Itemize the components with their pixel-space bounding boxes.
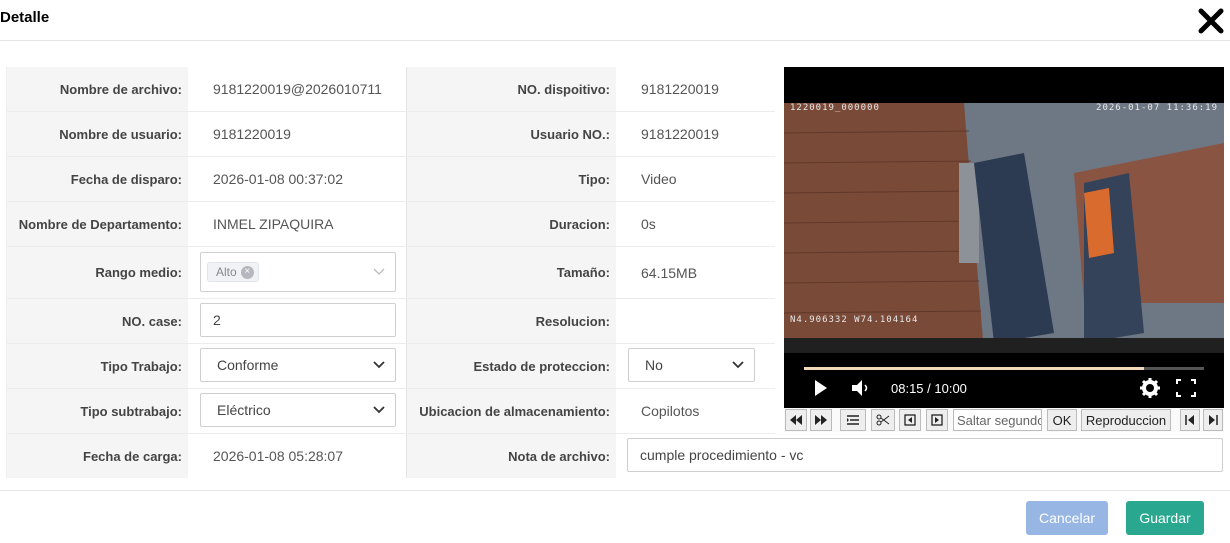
list-icon [847, 415, 859, 425]
form-row: Fecha de disparo: 2026-01-08 00:37:02 Ti… [7, 157, 775, 202]
file-name-value: 9181220019@2026010711 [213, 81, 382, 97]
close-icon[interactable] [1198, 8, 1224, 34]
storage-value: Copilotos [641, 403, 700, 419]
seek-seconds-input[interactable]: Saltar segundos [953, 409, 1042, 431]
video-player[interactable]: 1220019_000000 2026-01-07 11:36:19 N4.90… [784, 67, 1224, 409]
fullscreen-icon[interactable] [1176, 377, 1196, 399]
cancel-button[interactable]: Cancelar [1026, 501, 1108, 535]
user-name-value: 9181220019 [213, 126, 291, 142]
device-no-value: 9181220019 [641, 81, 719, 97]
play-icon[interactable] [814, 377, 828, 399]
media-range-label: Rango medio: [7, 247, 188, 298]
prev-frame-button[interactable] [899, 409, 921, 431]
duration-value: 0s [641, 216, 656, 232]
sub-work-type-selected: Eléctrico [217, 402, 271, 418]
form-row: Rango medio: Alto × Tamaño: 64.15MB [7, 247, 775, 299]
form-row: Nombre de Departamento: INMEL ZIPAQUIRA … [7, 202, 775, 247]
duration-label: Duracion: [407, 202, 616, 246]
type-label: Tipo: [407, 157, 616, 201]
rewind-icon [790, 415, 802, 425]
chevron-down-icon [373, 406, 385, 414]
user-name-label: Nombre de usuario: [7, 112, 188, 156]
upload-date-value: 2026-01-08 05:28:07 [213, 448, 343, 464]
sub-work-type-select[interactable]: Eléctrico [200, 393, 396, 427]
media-range-tag-label: Alto [216, 265, 237, 279]
skip-end-icon [1209, 415, 1218, 425]
gear-icon[interactable] [1139, 377, 1161, 399]
trigger-date-value: 2026-01-08 00:37:02 [213, 171, 343, 187]
case-no-input[interactable]: 2 [200, 303, 396, 337]
upload-date-label: Fecha de carga: [7, 434, 188, 478]
storage-label: Ubicacion de almacenamiento: [407, 389, 616, 433]
work-type-selected: Conforme [217, 357, 279, 373]
volume-icon[interactable] [850, 377, 870, 399]
video-progress-bar[interactable] [804, 367, 1204, 370]
video-time: 08:15 / 10:00 [891, 381, 967, 396]
fast-forward-icon [815, 415, 827, 425]
department-value: INMEL ZIPAQUIRA [213, 216, 334, 232]
scissors-button[interactable] [871, 409, 895, 431]
size-label: Tamaño: [407, 247, 616, 298]
protection-select[interactable]: No [628, 348, 755, 382]
tag-remove-icon[interactable]: × [240, 265, 254, 279]
skip-start-icon [1185, 415, 1194, 425]
dialog-header: Detalle [0, 0, 1230, 41]
user-no-label: Usuario NO.: [407, 112, 616, 156]
fast-forward-button[interactable] [810, 409, 832, 431]
case-no-label: NO. case: [7, 299, 188, 343]
ok-button[interactable]: OK [1047, 409, 1077, 431]
user-no-value: 9181220019 [641, 126, 719, 142]
trigger-date-label: Fecha de disparo: [7, 157, 188, 201]
chevron-down-icon [373, 361, 385, 369]
sub-work-type-label: Tipo subtrabajo: [7, 389, 188, 433]
form-row: Nombre de archivo: 9181220019@2026010711… [7, 67, 775, 112]
playback-button[interactable]: Reproduccion [1081, 409, 1171, 431]
footer-divider [0, 490, 1230, 491]
next-frame-icon [931, 414, 943, 426]
chevron-down-icon [373, 268, 385, 275]
media-range-tag: Alto × [207, 262, 259, 282]
dialog-title: Detalle [0, 9, 50, 26]
scissors-icon [876, 414, 890, 426]
osd-coordinates: N4.906332 W74.104164 [790, 315, 919, 325]
device-no-label: NO. dispoitivo: [407, 67, 616, 111]
chevron-down-icon [732, 361, 744, 369]
form-row: Tipo subtrabajo: Eléctrico Ubicacion de … [7, 389, 775, 434]
player-toolbar: Saltar segundos OK Reproduccion [784, 408, 1224, 432]
resolution-label: Resolucion: [407, 299, 616, 343]
detail-form: Nombre de archivo: 9181220019@2026010711… [6, 67, 775, 478]
video-frame: 1220019_000000 2026-01-07 11:36:19 N4.90… [784, 103, 1224, 353]
video-progress-fill [804, 367, 1144, 370]
protection-selected: No [645, 357, 663, 373]
save-button[interactable]: Guardar [1126, 501, 1204, 535]
prev-frame-icon [904, 414, 916, 426]
note-label: Nota de archivo: [407, 434, 616, 478]
osd-device-id: 1220019_000000 [790, 103, 880, 113]
file-name-label: Nombre de archivo: [7, 67, 188, 111]
work-type-label: Tipo Trabajo: [7, 344, 188, 388]
form-row: Nombre de usuario: 9181220019 Usuario NO… [7, 112, 775, 157]
work-type-select[interactable]: Conforme [200, 348, 396, 382]
next-frame-button[interactable] [926, 409, 948, 431]
skip-start-button[interactable] [1180, 409, 1200, 431]
osd-datetime: 2026-01-07 11:36:19 [1096, 103, 1218, 113]
media-range-select[interactable]: Alto × [200, 252, 396, 292]
form-row: NO. case: 2 Resolucion: [7, 299, 775, 344]
rewind-button[interactable] [785, 409, 807, 431]
type-value: Video [641, 171, 677, 187]
note-input[interactable]: cumple procedimiento - vc [627, 438, 1223, 472]
protection-label: Estado de proteccion: [407, 344, 616, 388]
list-button[interactable] [840, 409, 866, 431]
department-label: Nombre de Departamento: [7, 202, 188, 246]
skip-end-button[interactable] [1203, 409, 1223, 431]
size-value: 64.15MB [641, 264, 698, 281]
form-row: Tipo Trabajo: Conforme Estado de protecc… [7, 344, 775, 389]
